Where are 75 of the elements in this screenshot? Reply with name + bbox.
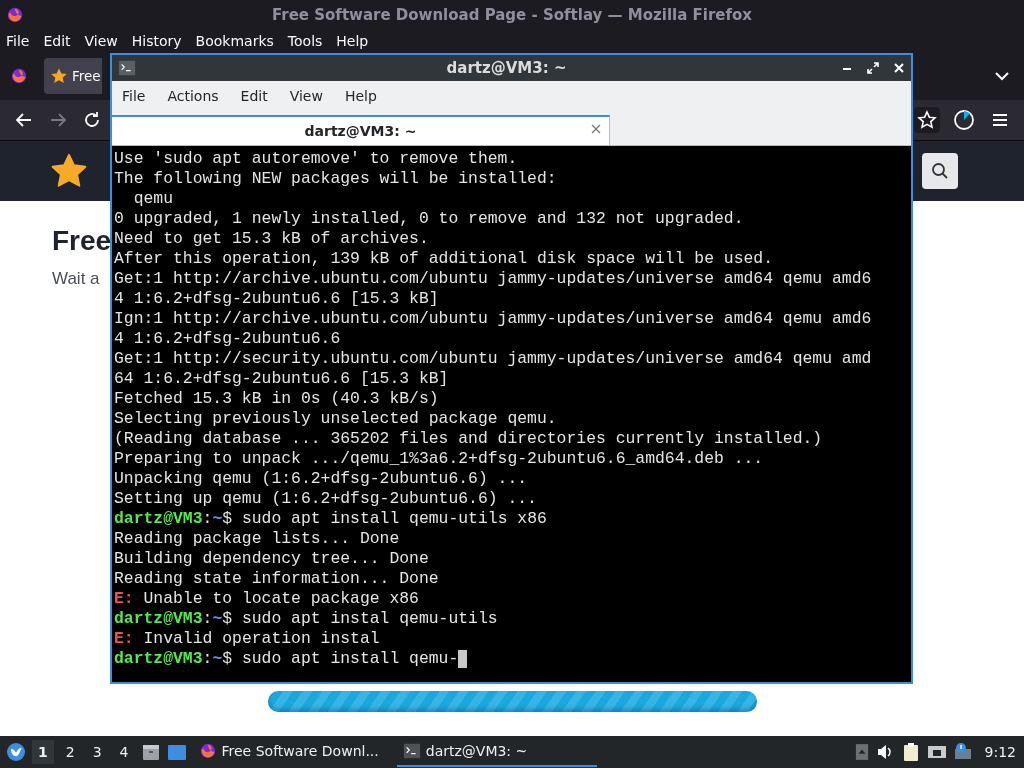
- reload-icon[interactable]: [82, 110, 102, 130]
- start-menu-icon[interactable]: [6, 742, 26, 762]
- page-text: Wait a: [52, 269, 100, 289]
- tray-expand-icon[interactable]: [854, 743, 869, 761]
- terminal-output-line: 4 1:6.2+dfsg-2ubuntu6.6: [114, 329, 341, 349]
- menu-item[interactable]: History: [131, 33, 182, 49]
- file-manager-icon[interactable]: [140, 742, 161, 762]
- star-icon: [917, 110, 937, 130]
- terminal-error-line: E: Unable to locate package x86: [114, 589, 419, 609]
- clock[interactable]: 9:12: [984, 744, 1016, 760]
- shell-prompt: dartz@VM3:~$: [114, 609, 233, 629]
- terminal-icon: [118, 59, 136, 77]
- menu-item[interactable]: Actions: [167, 88, 219, 104]
- terminal-output-line: Selecting previously unselected package qemu.: [114, 409, 557, 429]
- page-heading: Free: [52, 225, 112, 257]
- terminal-output-line: Use 'sudo apt autoremove' to remove them.: [114, 149, 518, 169]
- menu-item[interactable]: Edit: [240, 88, 268, 104]
- terminal-tab[interactable]: dartz@VM3: ~: [112, 115, 610, 145]
- window-title: Free Software Download Page - Softlay — Mozilla Firefox: [272, 6, 752, 24]
- terminal-error-line: E: Invalid operation instal: [114, 629, 380, 649]
- terminal-output-line: Unpacking qemu (1:6.2+dfsg-2ubuntu6.6) ...: [114, 469, 528, 489]
- shell-prompt: dartz@VM3:~$: [114, 509, 233, 529]
- menu-item[interactable]: View: [289, 88, 323, 104]
- workspace-button[interactable]: 2: [59, 740, 81, 764]
- terminal-output-line: Reading state information... Done: [114, 569, 439, 589]
- menu-item[interactable]: Help: [344, 88, 377, 104]
- workspace-button[interactable]: 3: [86, 740, 108, 764]
- taskbar-task[interactable]: dartz@VM3: ~: [396, 737, 597, 767]
- close-tab-icon[interactable]: [590, 123, 602, 135]
- terminal-output-line: 0 upgraded, 1 newly installed, 0 to remove and 132 not upgraded.: [114, 209, 744, 229]
- workspace-button[interactable]: 1: [32, 740, 54, 764]
- menu-item[interactable]: Edit: [43, 33, 71, 49]
- menu-item[interactable]: Tools: [287, 33, 323, 49]
- firefox-icon[interactable]: [10, 67, 28, 85]
- terminal-output-line: Get:1 http://security.ubuntu.com/ubuntu jammy-updates/universe amd64 qemu amd: [114, 349, 872, 369]
- search-icon: [930, 161, 950, 181]
- bookmark-button[interactable]: [914, 107, 940, 133]
- star-icon: [50, 67, 68, 85]
- terminal-output-line: Need to get 15.3 kB of archives.: [114, 229, 429, 249]
- close-icon[interactable]: [893, 62, 905, 74]
- timer-icon[interactable]: [952, 108, 976, 132]
- shell-command: sudo apt install qemu-: [240, 649, 459, 669]
- window-title: dartz@VM3: ~: [445, 59, 567, 77]
- menu-item[interactable]: View: [84, 33, 118, 49]
- notification-icon[interactable]: [952, 742, 973, 762]
- menu-item[interactable]: File: [6, 33, 30, 49]
- terminal-output-line: The following NEW packages will be installed:: [114, 169, 557, 189]
- terminal-output-line: Preparing to unpack .../qemu_1%3a6.2+dfsg-2ubuntu6.6_amd64.deb ...: [114, 449, 764, 469]
- menu-item[interactable]: Bookmarks: [195, 33, 274, 49]
- terminal-icon: [402, 742, 421, 760]
- workspace-button[interactable]: 4: [113, 740, 135, 764]
- shell-prompt: dartz@VM3:~$: [114, 649, 233, 669]
- terminal-output-line: Building dependency tree... Done: [114, 549, 429, 569]
- terminal-output-line: Ign:1 http://archive.ubuntu.com/ubuntu jammy-updates/universe amd64 qemu amd6: [114, 309, 872, 329]
- terminal-output-line: Reading package lists... Done: [114, 529, 400, 549]
- terminal-output-line: Get:1 http://archive.ubuntu.com/ubuntu jammy-updates/universe amd64 qemu amd6: [114, 269, 872, 289]
- terminal-output-line: Setting up qemu (1:6.2+dfsg-2ubuntu6.6) ...: [114, 489, 537, 509]
- star-logo-icon: [50, 152, 88, 190]
- terminal-output-line: (Reading database ... 365202 files and directories currently installed.): [114, 429, 823, 449]
- taskbar-task[interactable]: Free Software Downl...: [192, 737, 391, 767]
- search-button[interactable]: [922, 153, 958, 189]
- maximize-icon[interactable]: [867, 62, 879, 74]
- shell-command: sudo apt install qemu-utils x86: [240, 509, 547, 529]
- terminal-output-line: qemu: [132, 189, 174, 209]
- firefox-icon: [6, 6, 24, 24]
- menu-item[interactable]: Help: [336, 33, 369, 49]
- terminal-output-line: 4 1:6.2+dfsg-2ubuntu6.6 [15.3 kB]: [114, 289, 439, 309]
- terminal-output-line: Fetched 15.3 kB in 0s (40.3 kB/s): [114, 389, 439, 409]
- terminal-output-line: 64 1:6.2+dfsg-2ubuntu6.6 [15.3 kB]: [114, 369, 449, 389]
- shell-command: sudo apt instal qemu-utils: [240, 609, 498, 629]
- browser-tab[interactable]: Free: [44, 58, 102, 94]
- terminal-output-line: After this operation, 139 kB of additional disk space will be used.: [114, 249, 773, 269]
- menu-item[interactable]: File: [122, 88, 146, 104]
- firefox-icon: [198, 742, 217, 760]
- desktop-icon[interactable]: [166, 742, 187, 762]
